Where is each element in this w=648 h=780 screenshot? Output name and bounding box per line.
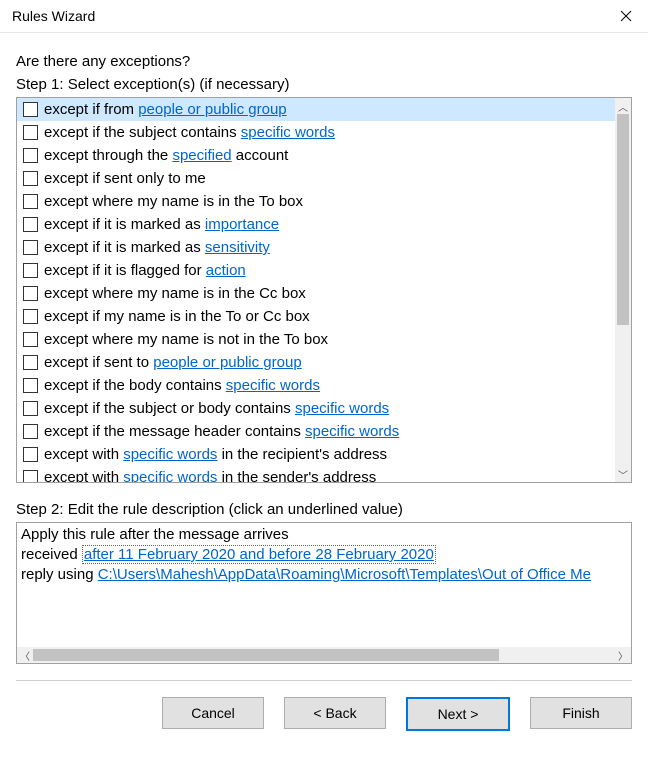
exception-item[interactable]: except if the message header contains sp…	[17, 420, 615, 443]
exception-item[interactable]: except with specific words in the sender…	[17, 466, 615, 482]
exception-text: except if my name is in the To or Cc box	[44, 306, 310, 327]
vertical-scrollbar[interactable]: ︿ ﹀	[615, 98, 631, 482]
checkbox[interactable]	[23, 102, 38, 117]
checkbox[interactable]	[23, 240, 38, 255]
exception-value-link[interactable]: specific words	[305, 423, 399, 440]
checkbox[interactable]	[23, 217, 38, 232]
exception-item[interactable]: except if it is flagged for action	[17, 259, 615, 282]
checkbox[interactable]	[23, 424, 38, 439]
checkbox[interactable]	[23, 309, 38, 324]
exception-item[interactable]: except if the subject or body contains s…	[17, 397, 615, 420]
next-button[interactable]: Next >	[406, 697, 510, 731]
exception-value-link[interactable]: specified	[172, 147, 231, 164]
horizontal-scrollbar[interactable]: 〈 〉	[17, 647, 631, 663]
exception-text: except through the specified account	[44, 145, 288, 166]
exception-value-link[interactable]: people or public group	[138, 101, 286, 118]
scroll-left-icon[interactable]: 〈	[17, 647, 33, 663]
exception-text: except if the subject or body contains s…	[44, 398, 389, 419]
exception-item[interactable]: except if sent only to me	[17, 167, 615, 190]
exception-text: except if sent only to me	[44, 168, 206, 189]
checkbox[interactable]	[23, 332, 38, 347]
checkbox[interactable]	[23, 447, 38, 462]
checkbox[interactable]	[23, 401, 38, 416]
exception-value-link[interactable]: specific words	[123, 469, 217, 482]
exception-text: except if from people or public group	[44, 99, 287, 120]
exception-text: except if the subject contains specific …	[44, 122, 335, 143]
window-title: Rules Wizard	[12, 8, 95, 24]
exception-item[interactable]: except if it is marked as importance	[17, 213, 615, 236]
exception-item[interactable]: except where my name is not in the To bo…	[17, 328, 615, 351]
exception-value-link[interactable]: importance	[205, 216, 279, 233]
checkbox[interactable]	[23, 286, 38, 301]
description-line: received after 11 February 2020 and befo…	[21, 545, 627, 565]
checkbox[interactable]	[23, 263, 38, 278]
close-icon	[620, 10, 632, 22]
wizard-heading: Are there any exceptions?	[16, 53, 632, 70]
scroll-thumb[interactable]	[617, 114, 629, 325]
checkbox[interactable]	[23, 171, 38, 186]
exception-item[interactable]: except if the body contains specific wor…	[17, 374, 615, 397]
step2-label: Step 2: Edit the rule description (click…	[16, 501, 632, 518]
date-range-link[interactable]: after 11 February 2020 and before 28 Feb…	[82, 545, 436, 564]
exception-value-link[interactable]: sensitivity	[205, 239, 270, 256]
exception-text: except if it is marked as sensitivity	[44, 237, 270, 258]
back-button[interactable]: < Back	[284, 697, 386, 729]
exception-item[interactable]: except if it is marked as sensitivity	[17, 236, 615, 259]
exception-item[interactable]: except if sent to people or public group	[17, 351, 615, 374]
exception-text: except if it is flagged for action	[44, 260, 246, 281]
exception-value-link[interactable]: action	[206, 262, 246, 279]
exception-text: except if the body contains specific wor…	[44, 375, 320, 396]
exception-text: except where my name is in the Cc box	[44, 283, 306, 304]
exception-text: except if sent to people or public group	[44, 352, 302, 373]
cancel-button[interactable]: Cancel	[162, 697, 264, 729]
hscroll-thumb[interactable]	[33, 649, 499, 661]
checkbox[interactable]	[23, 355, 38, 370]
exception-value-link[interactable]: specific words	[241, 124, 335, 141]
checkbox[interactable]	[23, 148, 38, 163]
exception-item[interactable]: except with specific words in the recipi…	[17, 443, 615, 466]
checkbox[interactable]	[23, 194, 38, 209]
checkbox[interactable]	[23, 125, 38, 140]
checkbox[interactable]	[23, 470, 38, 482]
finish-button[interactable]: Finish	[530, 697, 632, 729]
exception-text: except if the message header contains sp…	[44, 421, 399, 442]
exception-text: except with specific words in the recipi…	[44, 444, 387, 465]
wizard-buttons: Cancel < Back Next > Finish	[0, 681, 648, 731]
scroll-up-icon[interactable]: ︿	[615, 98, 631, 114]
template-path-link[interactable]: C:\Users\Mahesh\AppData\Roaming\Microsof…	[98, 566, 591, 583]
exception-value-link[interactable]: specific words	[226, 377, 320, 394]
scroll-down-icon[interactable]: ﹀	[615, 466, 631, 482]
exception-item[interactable]: except if from people or public group	[17, 98, 615, 121]
exception-item[interactable]: except if my name is in the To or Cc box	[17, 305, 615, 328]
scroll-right-icon[interactable]: 〉	[615, 647, 631, 663]
exception-text: except where my name is in the To box	[44, 191, 303, 212]
checkbox[interactable]	[23, 378, 38, 393]
exception-value-link[interactable]: specific words	[295, 400, 389, 417]
title-bar: Rules Wizard	[0, 0, 648, 32]
close-button[interactable]	[604, 0, 648, 32]
step1-label: Step 1: Select exception(s) (if necessar…	[16, 76, 632, 93]
description-line: Apply this rule after the message arrive…	[21, 525, 627, 545]
rule-description-box: Apply this rule after the message arrive…	[16, 522, 632, 664]
description-line: reply using C:\Users\Mahesh\AppData\Roam…	[21, 565, 627, 585]
exception-text: except with specific words in the sender…	[44, 467, 376, 482]
exception-item[interactable]: except through the specified account	[17, 144, 615, 167]
exception-value-link[interactable]: people or public group	[153, 354, 301, 371]
exception-item[interactable]: except where my name is in the Cc box	[17, 282, 615, 305]
exception-value-link[interactable]: specific words	[123, 446, 217, 463]
exception-item[interactable]: except if the subject contains specific …	[17, 121, 615, 144]
exception-text: except where my name is not in the To bo…	[44, 329, 328, 350]
exception-text: except if it is marked as importance	[44, 214, 279, 235]
exception-item[interactable]: except where my name is in the To box	[17, 190, 615, 213]
exceptions-listbox[interactable]: except if from people or public groupexc…	[16, 97, 632, 483]
